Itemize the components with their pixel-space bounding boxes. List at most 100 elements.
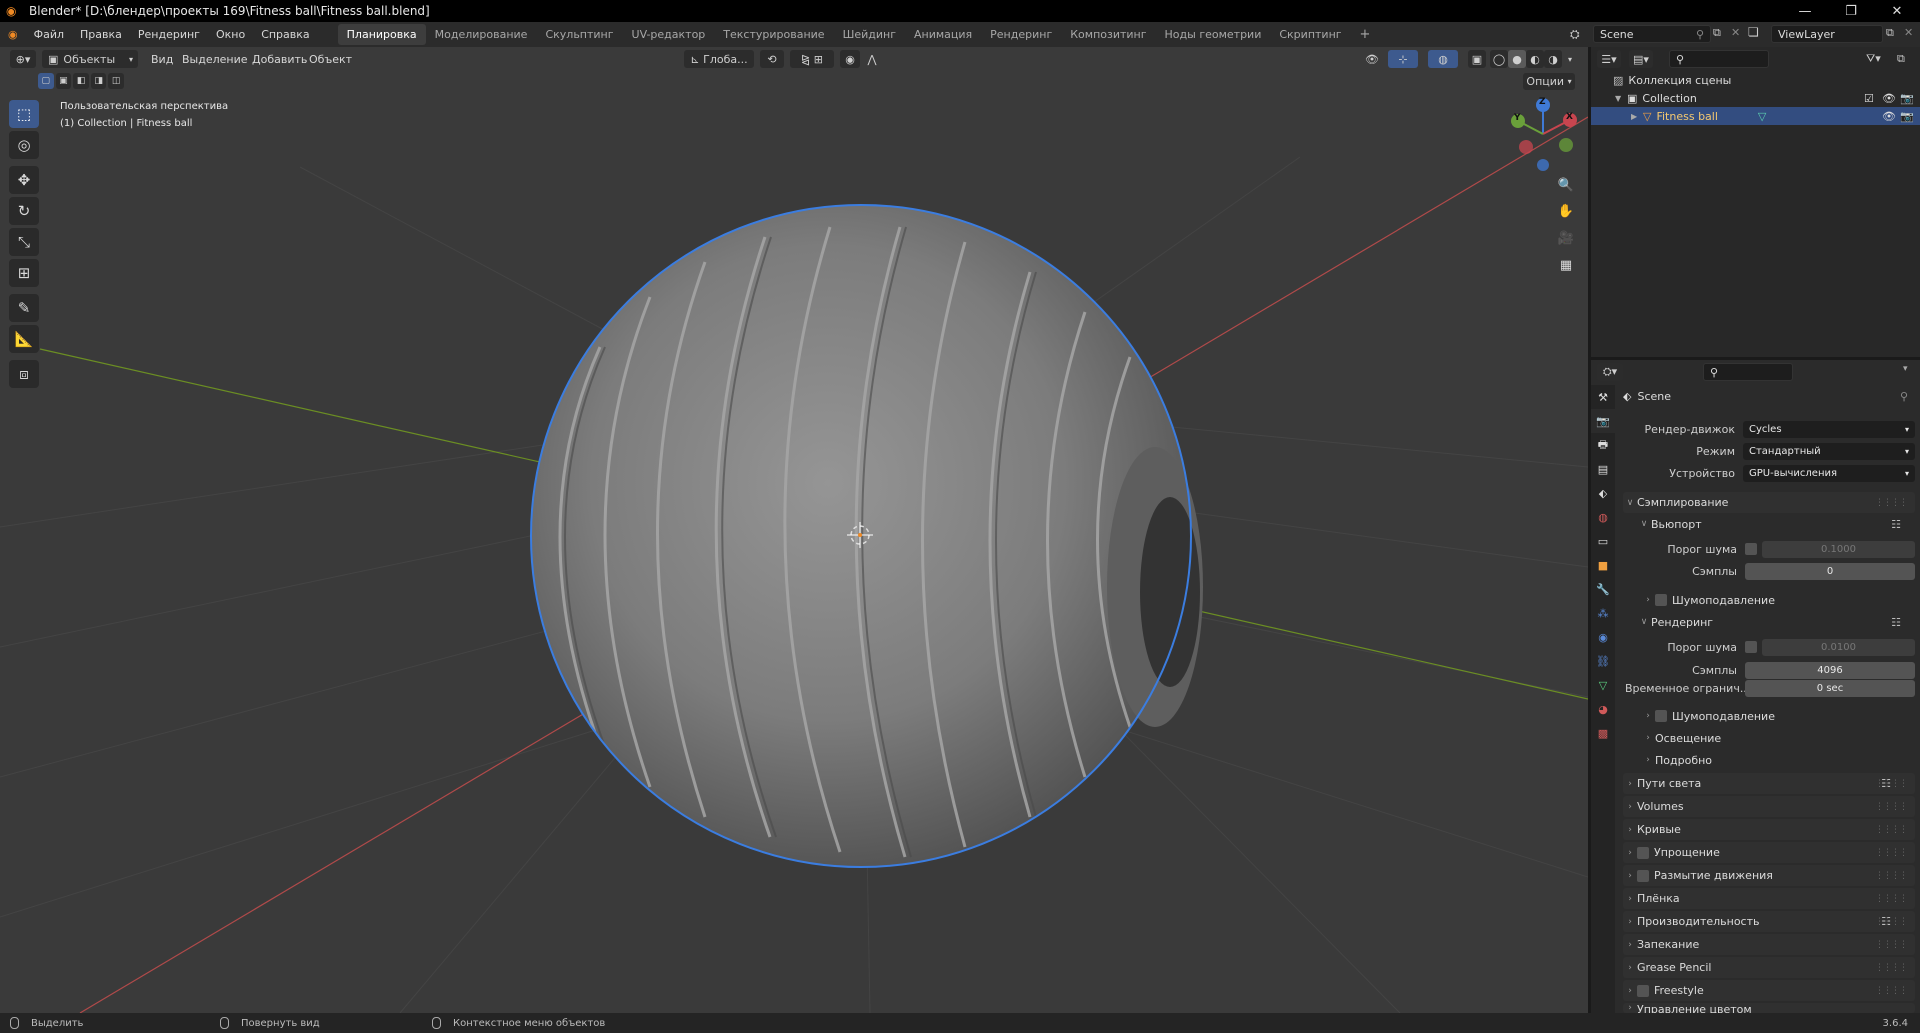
scene-tab-icon[interactable]: ⬖ xyxy=(1591,481,1615,505)
properties-search-input[interactable]: ⚲ xyxy=(1703,363,1793,381)
rotate-tool-icon[interactable]: ↻ xyxy=(9,197,39,225)
tab-animation[interactable]: Анимация xyxy=(905,24,981,45)
pivot-point-icon[interactable]: ⟲ xyxy=(760,50,784,68)
delete-scene-icon[interactable]: ✕ xyxy=(1731,26,1747,42)
mode-select[interactable]: Стандартный ▾ xyxy=(1743,442,1915,460)
modifiers-tab-icon[interactable]: 🔧 xyxy=(1591,577,1615,601)
xray-icon[interactable]: ▣ xyxy=(1468,50,1486,68)
menu-window[interactable]: Окно xyxy=(208,22,253,47)
tool-tab-icon[interactable]: ⚒ xyxy=(1591,385,1615,409)
drag-handle-icon[interactable]: ⋮⋮⋮⋮ xyxy=(1875,963,1908,973)
physics-tab-icon[interactable]: ◉ xyxy=(1591,625,1615,649)
mesh-data-icon[interactable]: ▽ xyxy=(1758,110,1766,123)
particles-tab-icon[interactable]: ⁂ xyxy=(1591,601,1615,625)
tab-modeling[interactable]: Моделирование xyxy=(426,24,537,45)
menu-render[interactable]: Рендеринг xyxy=(130,22,208,47)
new-scene-icon[interactable]: ⧉ xyxy=(1713,26,1729,42)
render-tab-icon[interactable]: 📷 xyxy=(1591,409,1615,433)
denoising-checkbox[interactable] xyxy=(1655,594,1667,606)
select-intersect-icon[interactable]: ◫ xyxy=(108,73,124,89)
pin-icon[interactable]: ⚲ xyxy=(1900,390,1908,403)
freestyle-panel-header[interactable]: › Freestyle ⋮⋮⋮⋮ xyxy=(1623,980,1915,1001)
properties-editor-type-icon[interactable]: ⛭▾ xyxy=(1597,363,1623,381)
film-panel-header[interactable]: › Плёнка ⋮⋮⋮⋮ xyxy=(1623,888,1915,909)
exclude-checkbox-icon[interactable]: ☑ xyxy=(1864,92,1874,105)
viewport-canvas[interactable] xyxy=(0,47,1588,1013)
drag-handle-icon[interactable]: ⋮⋮⋮⋮ xyxy=(1875,802,1908,812)
curves-panel-header[interactable]: › Кривые ⋮⋮⋮⋮ xyxy=(1623,819,1915,840)
time-limit-field[interactable]: 0 sec xyxy=(1745,679,1915,697)
scene-selector[interactable]: Scene ⚲ xyxy=(1593,25,1711,43)
freestyle-checkbox[interactable] xyxy=(1637,984,1649,997)
pan-hand-icon[interactable]: ✋ xyxy=(1554,199,1578,223)
new-view-layer-icon[interactable]: ⧉ xyxy=(1886,26,1902,42)
camera-view-icon[interactable]: 🎥 xyxy=(1554,226,1578,250)
output-tab-icon[interactable]: 🖶 xyxy=(1591,433,1615,457)
rendered-shading-icon[interactable]: ◑ xyxy=(1544,50,1562,68)
volumes-panel-header[interactable]: › Volumes ⋮⋮⋮⋮ xyxy=(1623,796,1915,817)
overlay-toggle-icon[interactable]: ◍ xyxy=(1428,50,1458,68)
noise-threshold-checkbox[interactable] xyxy=(1745,641,1757,653)
wireframe-shading-icon[interactable]: ◯ xyxy=(1490,50,1508,68)
move-tool-icon[interactable]: ✥ xyxy=(9,166,39,194)
collection-tab-icon[interactable]: ▭ xyxy=(1591,529,1615,553)
solid-shading-icon[interactable]: ● xyxy=(1508,50,1526,68)
presets-list-icon[interactable]: ☷ xyxy=(1891,518,1901,531)
add-workspace-button[interactable]: + xyxy=(1351,24,1380,45)
options-button[interactable]: Опции ▾ xyxy=(1523,73,1575,90)
outliner-editor-type-icon[interactable]: ☰▾ xyxy=(1597,50,1621,68)
drag-handle-icon[interactable]: ⋮⋮⋮⋮ xyxy=(1875,848,1908,858)
tab-layout[interactable]: Планировка xyxy=(337,24,426,45)
falloff-icon[interactable]: ⋀ xyxy=(862,50,882,68)
gizmo-toggle-icon[interactable]: ⊹ xyxy=(1388,50,1418,68)
select-subtract-icon[interactable]: ◧ xyxy=(73,73,89,89)
select-box-tool-icon[interactable]: ⬚ xyxy=(9,100,39,128)
select-extend-icon[interactable]: ▣ xyxy=(55,73,72,89)
annotate-tool-icon[interactable]: ✎ xyxy=(9,294,39,322)
transform-orientation-selector[interactable]: ⊾ Глоба... xyxy=(684,50,754,68)
sampling-panel-header[interactable]: ∨ Сэмплирование ⋮⋮⋮⋮ xyxy=(1623,492,1915,513)
light-paths-panel-header[interactable]: › Пути света ☷ ⋮⋮⋮⋮ xyxy=(1623,773,1915,794)
advanced-subpanel[interactable]: › Подробно xyxy=(1641,751,1712,769)
tab-uv-editing[interactable]: UV-редактор xyxy=(623,24,715,45)
display-mode-icon[interactable]: ▤▾ xyxy=(1629,50,1653,68)
drag-handle-icon[interactable]: ⋮⋮⋮⋮ xyxy=(1875,917,1908,927)
scene-icon[interactable]: ⛭ xyxy=(1570,25,1590,43)
object-tab-icon[interactable]: ■ xyxy=(1591,553,1615,577)
delete-view-layer-icon[interactable]: ✕ xyxy=(1904,26,1920,42)
transform-tool-icon[interactable]: ⊞ xyxy=(9,259,39,287)
eye-icon[interactable]: 👁 xyxy=(1882,110,1896,123)
render-camera-icon[interactable]: 📷 xyxy=(1900,92,1914,105)
render-denoising-subpanel[interactable]: › Шумоподавление xyxy=(1641,707,1775,725)
device-select[interactable]: GPU-вычисления ▾ xyxy=(1743,464,1915,482)
filter-icon[interactable]: ⛛▾ xyxy=(1866,52,1881,66)
bake-panel-header[interactable]: › Запекание ⋮⋮⋮⋮ xyxy=(1623,934,1915,955)
proportional-edit-icon[interactable]: ◉ xyxy=(840,50,860,68)
new-collection-icon[interactable]: ⧉ xyxy=(1897,52,1905,66)
shading-options-chevron-icon[interactable]: ▾ xyxy=(1563,50,1577,68)
texture-tab-icon[interactable]: ▩ xyxy=(1591,721,1615,745)
view-layer-icon[interactable]: ❏ xyxy=(1748,25,1768,43)
menu-edit[interactable]: Правка xyxy=(72,22,130,47)
drag-handle-icon[interactable]: ⋮⋮⋮⋮ xyxy=(1875,825,1908,835)
viewport-denoising-subpanel[interactable]: › Шумоподавление xyxy=(1641,591,1775,609)
drag-handle-icon[interactable]: ⋮⋮⋮⋮ xyxy=(1875,894,1908,904)
render-samples-field[interactable]: 4096 xyxy=(1745,661,1915,679)
close-button[interactable]: ✕ xyxy=(1874,0,1920,22)
blender-menu-icon[interactable]: ◉ xyxy=(0,22,26,47)
cursor-tool-icon[interactable]: ◎ xyxy=(9,131,39,159)
viewport-menu-object[interactable]: Объект xyxy=(302,53,359,66)
presets-list-icon[interactable]: ☷ xyxy=(1891,616,1901,629)
select-new-icon[interactable]: ▢ xyxy=(38,73,54,89)
ortho-grid-icon[interactable]: ▦ xyxy=(1554,253,1578,277)
tab-scripting[interactable]: Скриптинг xyxy=(1270,24,1350,45)
constraints-tab-icon[interactable]: ⛓ xyxy=(1591,649,1615,673)
measure-tool-icon[interactable]: 📐 xyxy=(9,325,39,353)
render-noise-threshold-field[interactable]: 0.0100 xyxy=(1762,638,1915,656)
maximize-button[interactable]: ❐ xyxy=(1828,0,1874,22)
lights-subpanel[interactable]: › Освещение xyxy=(1641,729,1721,747)
outliner-search-input[interactable]: ⚲ xyxy=(1669,50,1769,68)
outliner-row-scene-collection[interactable]: ▨ Коллекция сцены xyxy=(1591,71,1920,89)
view-layer-tab-icon[interactable]: ▤ xyxy=(1591,457,1615,481)
menu-help[interactable]: Справка xyxy=(253,22,317,47)
